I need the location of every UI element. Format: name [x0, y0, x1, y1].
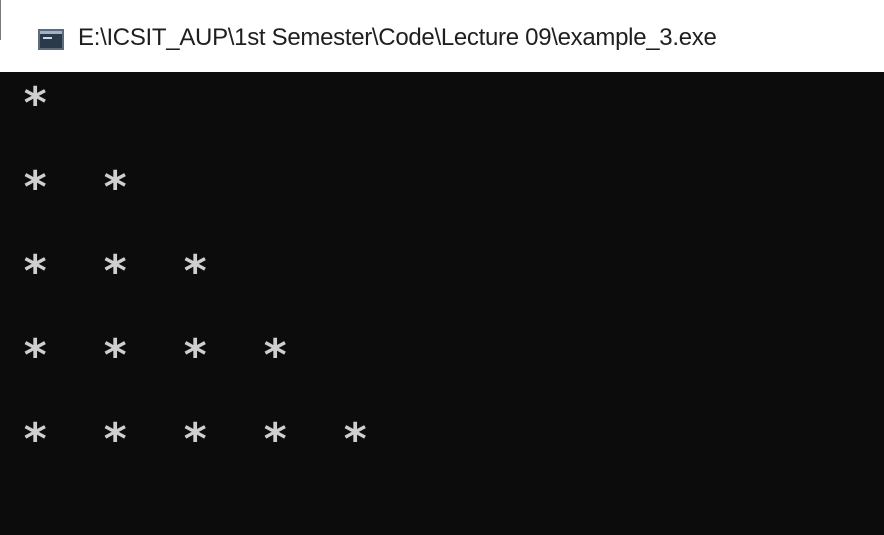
asterisk-glyph: *	[182, 414, 209, 465]
asterisk-glyph: *	[182, 330, 209, 381]
console-line-5: * * * * *	[22, 414, 422, 465]
window-title: E:\ICSIT_AUP\1st Semester\Code\Lecture 0…	[78, 24, 717, 51]
title-bar[interactable]: E:\ICSIT_AUP\1st Semester\Code\Lecture 0…	[0, 0, 884, 72]
console-window: E:\ICSIT_AUP\1st Semester\Code\Lecture 0…	[0, 0, 884, 535]
console-line-3: * * *	[22, 246, 262, 297]
asterisk-glyph: *	[102, 162, 129, 213]
asterisk-glyph: *	[102, 246, 129, 297]
asterisk-glyph: *	[342, 414, 369, 465]
asterisk-glyph: *	[22, 78, 49, 129]
asterisk-glyph: *	[22, 246, 49, 297]
asterisk-glyph: *	[102, 330, 129, 381]
asterisk-glyph: *	[262, 414, 289, 465]
window-border	[0, 0, 1, 40]
console-app-icon[interactable]	[38, 29, 64, 50]
asterisk-glyph: *	[182, 246, 209, 297]
asterisk-glyph: *	[22, 330, 49, 381]
asterisk-glyph: *	[22, 162, 49, 213]
asterisk-glyph: *	[22, 414, 49, 465]
asterisk-glyph: *	[102, 414, 129, 465]
asterisk-glyph: *	[262, 330, 289, 381]
console-output[interactable]: * * * * * * * * * * * * * * *	[0, 72, 884, 535]
console-line-2: * *	[22, 162, 182, 213]
console-line-4: * * * *	[22, 330, 342, 381]
console-line-1: *	[22, 78, 102, 129]
